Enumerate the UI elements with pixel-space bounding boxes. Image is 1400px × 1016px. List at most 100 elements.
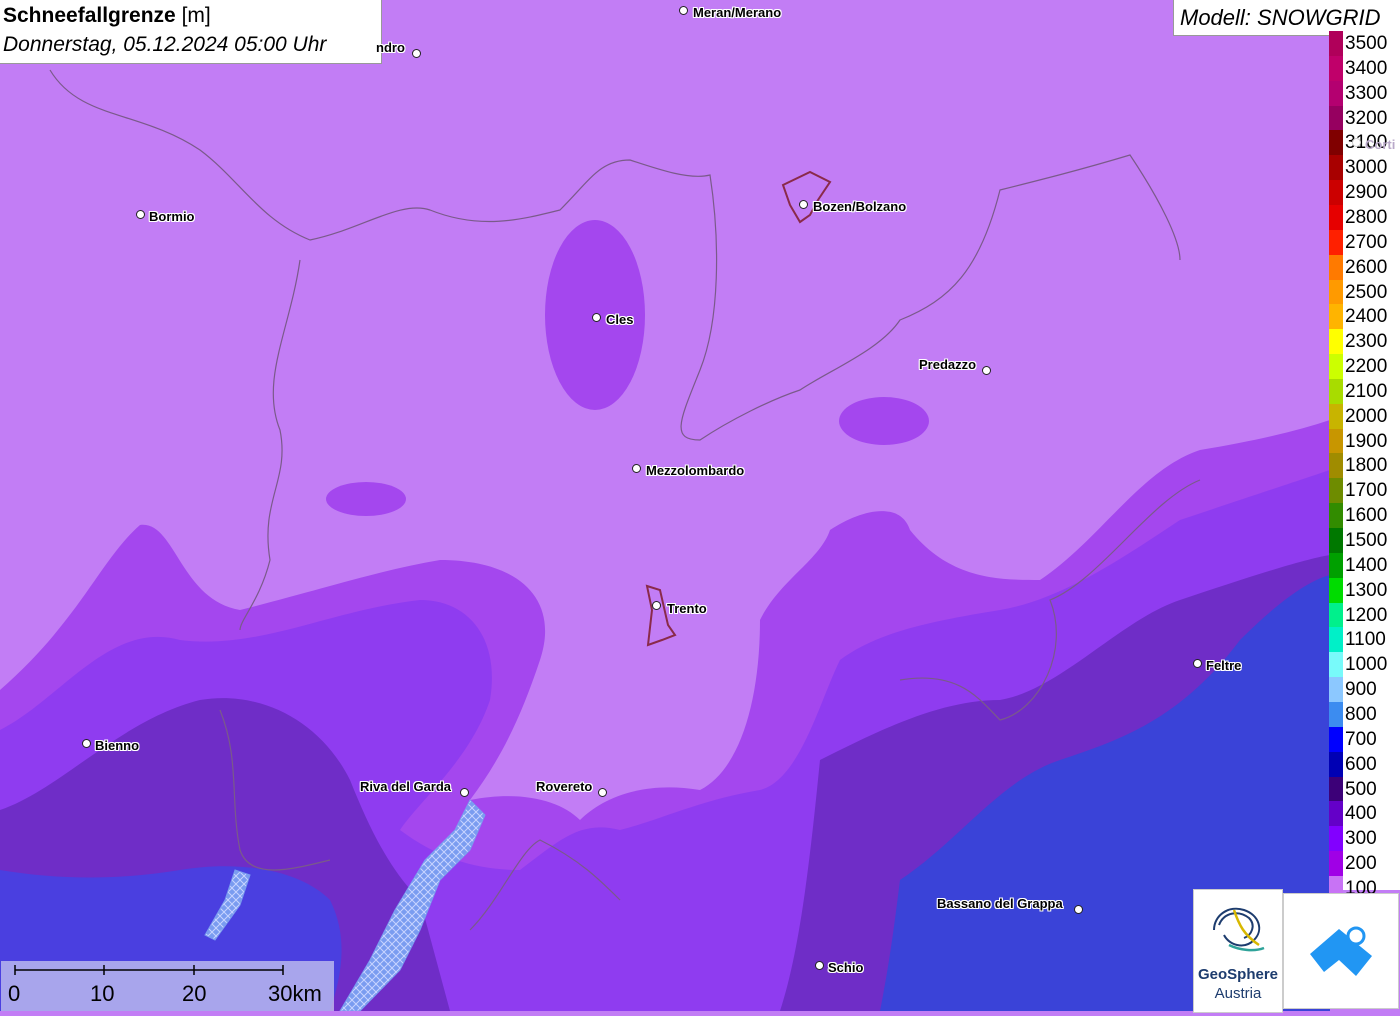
legend-row: 400 (1329, 801, 1400, 827)
legend-row: 900 (1329, 677, 1400, 703)
place-label[interactable]: Predazzo (919, 357, 976, 372)
legend-swatch (1329, 652, 1343, 678)
legend-label: 1500 (1345, 530, 1388, 551)
legend-row: 2200 (1329, 354, 1400, 380)
legend-swatch (1329, 627, 1343, 653)
place-label[interactable]: Meran/Merano (693, 5, 781, 20)
legend-swatch (1329, 403, 1343, 429)
legend-swatch (1329, 478, 1343, 504)
legend-row: 300 (1329, 826, 1400, 852)
legend-label: 2700 (1345, 231, 1388, 253)
place-marker[interactable] (679, 6, 688, 15)
geosphere-logo-line2: Austria (1214, 985, 1262, 1002)
scale-label-20: 20 (182, 981, 207, 1006)
legend-label: 2300 (1345, 331, 1388, 353)
legend-label: 2400 (1345, 306, 1388, 328)
place-label[interactable]: Trento (667, 601, 707, 616)
legend-row: 3300 (1329, 80, 1400, 106)
app-logo[interactable] (1283, 893, 1399, 1009)
legend-swatch (1329, 155, 1343, 181)
place-marker[interactable] (136, 210, 145, 219)
legend-swatch (1329, 354, 1343, 380)
place-label[interactable]: Cles (606, 312, 633, 327)
legend-label: 2800 (1345, 206, 1388, 228)
place-marker[interactable] (598, 788, 607, 797)
place-label[interactable]: Bassano del Grappa (937, 896, 1063, 911)
legend-row: 200 (1329, 851, 1400, 877)
legend-label: 1700 (1345, 480, 1388, 502)
place-marker[interactable] (799, 200, 808, 209)
legend-swatch (1329, 851, 1343, 877)
map-datetime: Donnerstag, 05.12.2024 05:00 Uhr (3, 33, 327, 56)
place-marker[interactable] (1074, 905, 1083, 914)
legend-swatch (1329, 204, 1343, 230)
legend-swatch (1329, 329, 1343, 355)
place-marker[interactable] (412, 49, 421, 58)
legend-row: 800 (1329, 701, 1400, 727)
map-canvas[interactable] (0, 0, 1400, 1011)
place-label[interactable]: Corti (1365, 137, 1395, 152)
place-marker[interactable] (460, 788, 469, 797)
legend-row: 2500 (1329, 279, 1400, 305)
place-label[interactable]: Feltre (1206, 658, 1241, 673)
legend-swatch (1329, 503, 1343, 529)
legend-row: 1200 (1329, 602, 1400, 628)
legend-label: 2500 (1345, 281, 1388, 303)
place-marker[interactable] (592, 313, 601, 322)
legend-row: 600 (1329, 751, 1400, 777)
legend-label: 3400 (1345, 57, 1388, 79)
legend-row: 1300 (1329, 577, 1400, 603)
title-unit: [m] (181, 4, 211, 27)
legend-row: 2100 (1329, 378, 1400, 404)
legend-swatch (1329, 453, 1343, 479)
legend-row: 1400 (1329, 552, 1400, 578)
legend-swatch (1329, 751, 1343, 777)
legend-label: 1400 (1345, 554, 1388, 576)
place-label[interactable]: Rovereto (536, 779, 592, 794)
place-marker[interactable] (815, 961, 824, 970)
legend-label: 900 (1345, 679, 1377, 701)
legend-row: 3400 (1329, 55, 1400, 81)
place-marker[interactable] (632, 464, 641, 473)
legend-swatch (1329, 552, 1343, 578)
scale-label-0: 0 (8, 981, 21, 1006)
legend-label: 1800 (1345, 455, 1388, 477)
geosphere-logo[interactable]: GeoSphere Austria (1193, 889, 1283, 1013)
legend-label: 1000 (1345, 654, 1388, 676)
legend-row: 1500 (1329, 528, 1400, 553)
legend-swatch (1329, 801, 1343, 827)
legend-row: 2700 (1329, 229, 1400, 255)
legend-label: 2200 (1345, 356, 1388, 378)
place-label[interactable]: Bormio (149, 209, 195, 224)
place-marker[interactable] (1352, 138, 1361, 147)
legend-swatch (1329, 279, 1343, 305)
legend-label: 600 (1345, 753, 1377, 775)
legend-swatch (1329, 528, 1343, 553)
legend-swatch (1329, 180, 1343, 206)
legend-label: 3500 (1345, 33, 1388, 54)
legend-swatch (1329, 105, 1343, 131)
legend-row: 3500 (1329, 31, 1400, 56)
place-marker[interactable] (1193, 659, 1202, 668)
geosphere-logo-line1: GeoSphere (1197, 966, 1279, 983)
legend-swatch (1329, 428, 1343, 454)
place-label[interactable]: Schio (828, 960, 863, 975)
legend-label: 200 (1345, 853, 1377, 875)
place-label[interactable]: Mezzolombardo (646, 463, 744, 478)
legend-row: 1800 (1329, 453, 1400, 479)
snowline-patch (839, 397, 929, 445)
legend-label: 2000 (1345, 405, 1388, 427)
place-marker[interactable] (982, 366, 991, 375)
legend-swatch (1329, 229, 1343, 255)
legend-label: 1600 (1345, 505, 1388, 527)
place-label[interactable]: Bienno (95, 738, 139, 753)
legend-row: 2800 (1329, 204, 1400, 230)
legend-label: 800 (1345, 703, 1377, 725)
place-label[interactable]: Riva del Garda (360, 779, 451, 794)
place-marker[interactable] (82, 739, 91, 748)
legend-label: 2900 (1345, 182, 1388, 204)
place-marker[interactable] (652, 601, 661, 610)
legend-label: 500 (1345, 778, 1377, 800)
place-label[interactable]: Bozen/Bolzano (813, 199, 906, 214)
place-label[interactable]: ndro (376, 40, 405, 55)
